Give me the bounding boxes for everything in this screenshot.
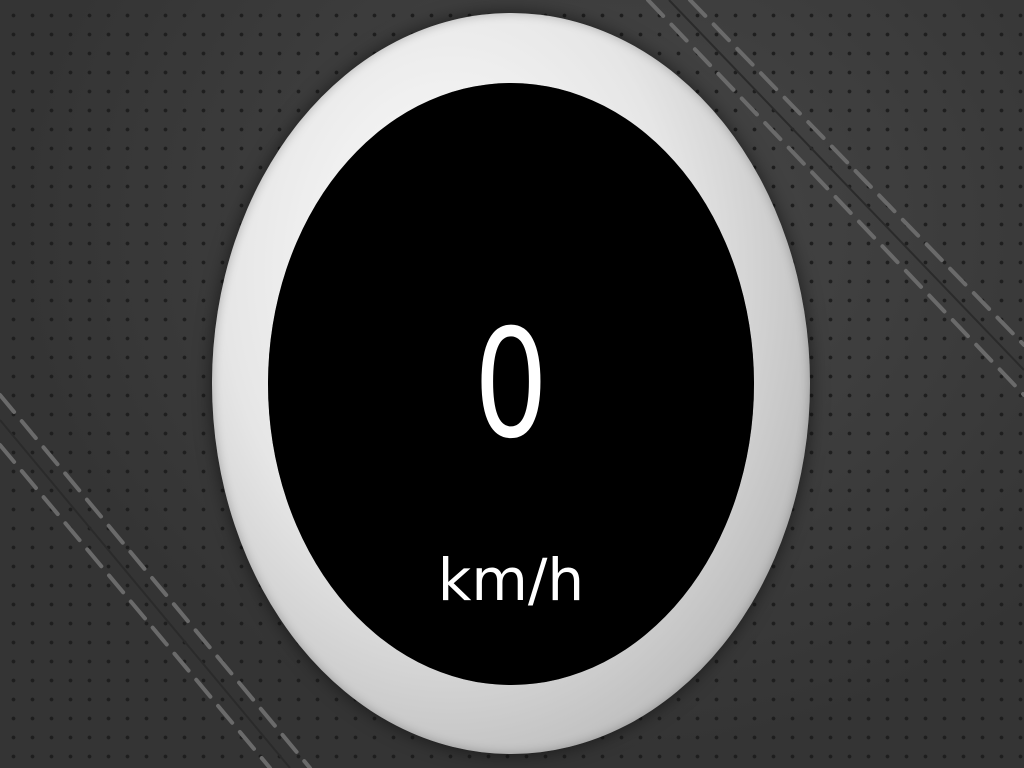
speed-value: 0 — [473, 298, 549, 472]
speed-unit-label: km/h — [437, 546, 585, 614]
speedometer-screen: 0 km/h — [0, 0, 1024, 768]
